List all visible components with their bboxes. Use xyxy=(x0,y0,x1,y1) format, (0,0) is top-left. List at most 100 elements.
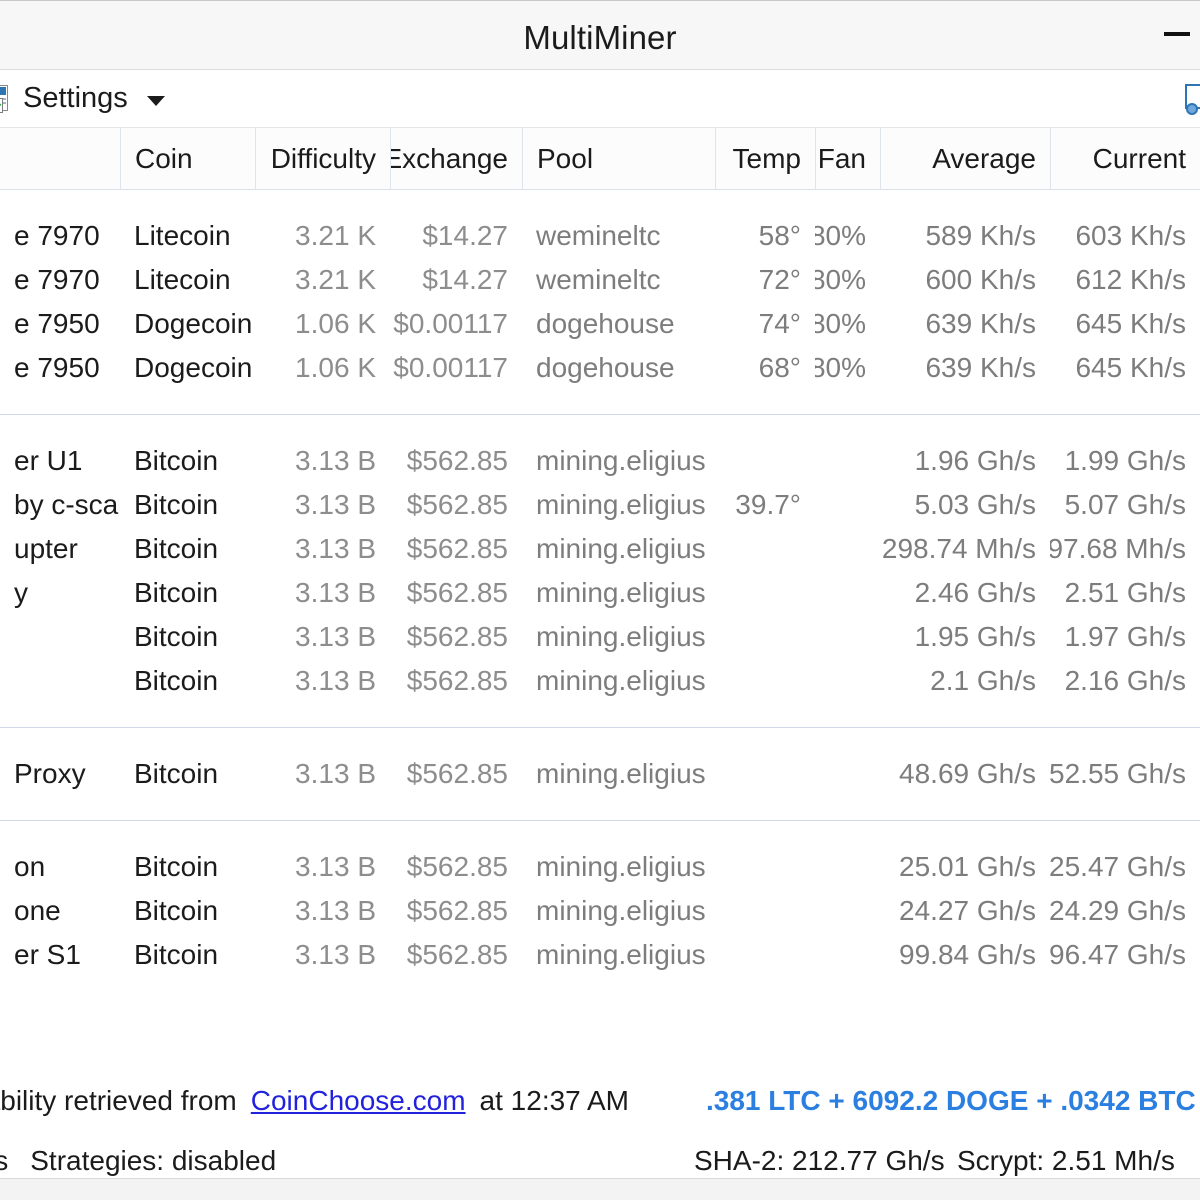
status-bar: rofitability retrieved from CoinChoose.c… xyxy=(0,1066,1200,1200)
cell-coin: Bitcoin xyxy=(134,445,219,476)
strategies-status: Strategies: disabled xyxy=(30,1145,277,1176)
column-header-fan[interactable]: Fan xyxy=(815,127,880,190)
column-header-difficulty[interactable]: Difficulty xyxy=(255,127,390,190)
cell-coin: Bitcoin xyxy=(134,939,219,970)
cell-exchange: $0.00117 xyxy=(393,308,508,339)
cell-difficulty: 3.21 K xyxy=(295,264,376,295)
cell-difficulty: 3.13 B xyxy=(295,851,376,882)
cell-device: by c-scape xyxy=(14,489,120,520)
profitability-prefix: rofitability retrieved from xyxy=(0,1085,237,1116)
cell-fan: 80% xyxy=(815,352,866,383)
group-top-spacer xyxy=(0,415,1200,439)
table-row[interactable]: Proxy Bitcoin 3.13 B $562.85 mining.eligius 4… xyxy=(0,752,1200,796)
column-header-temp[interactable]: Temp xyxy=(715,127,815,190)
settings-button[interactable]: Settings xyxy=(0,70,165,128)
cell-difficulty: 3.13 B xyxy=(295,577,376,608)
cell-difficulty: 3.13 B xyxy=(295,758,376,789)
cell-device xyxy=(0,615,120,659)
table-row[interactable]: e 7970 Litecoin 3.21 K $14.27 wemineltc 58° 80… xyxy=(0,214,1200,258)
cell-average: 298.74 Mh/s xyxy=(881,533,1036,564)
window-bottom-edge xyxy=(0,1178,1200,1200)
cell-exchange: $14.27 xyxy=(422,264,508,295)
status-row-totals: ls Strategies: disabled SHA-2: 212.77 Gh… xyxy=(0,1145,1200,1177)
perks-settings-icon[interactable] xyxy=(1185,84,1200,115)
cell-current: 603 Kh/s xyxy=(1075,220,1186,251)
chevron-down-icon[interactable] xyxy=(146,95,165,106)
column-header-coin[interactable]: Coin xyxy=(120,127,255,190)
column-header-current[interactable]: Current xyxy=(1050,127,1200,190)
group-bottom-spacer xyxy=(0,977,1200,1001)
cell-coin: Litecoin xyxy=(134,220,231,251)
cell-current: 2.16 Gh/s xyxy=(1064,665,1186,696)
scrypt-total: Scrypt: 2.51 Mh/s xyxy=(957,1145,1175,1176)
group-bottom-spacer xyxy=(0,390,1200,414)
cell-current: 1.97 Gh/s xyxy=(1064,621,1186,652)
row-group: e 7970 Litecoin 3.21 K $14.27 wemineltc 58° 80… xyxy=(0,190,1200,414)
window-title: MultiMiner xyxy=(523,19,677,56)
cell-temp xyxy=(715,571,815,615)
cell-temp xyxy=(715,659,815,703)
row-group: er U1 Bitcoin 3.13 B $562.85 mining.eligius 1… xyxy=(0,415,1200,727)
cell-coin: Dogecoin xyxy=(134,352,253,383)
table-row[interactable]: e 7950 Dogecoin 1.06 K $0.00117 dogehouse 74°… xyxy=(0,302,1200,346)
cell-difficulty: 3.13 B xyxy=(295,621,376,652)
devices-count-fragment: ls xyxy=(0,1145,9,1176)
profitability-time: at 12:37 AM xyxy=(479,1085,629,1116)
cell-temp xyxy=(715,889,815,933)
cell-current: 52.55 Gh/s xyxy=(1050,758,1186,789)
row-group: on Bitcoin 3.13 B $562.85 mining.eligius 25.0… xyxy=(0,821,1200,1001)
cell-device: e 7970 xyxy=(14,220,100,251)
column-header-average[interactable]: Average xyxy=(880,127,1050,190)
column-header-pool[interactable]: Pool xyxy=(522,127,715,190)
cell-pool: dogehouse xyxy=(536,352,675,383)
table-row[interactable]: y Bitcoin 3.13 B $562.85 mining.eligius 2.46 … xyxy=(0,571,1200,615)
minimize-icon xyxy=(1164,32,1190,36)
cell-exchange: $562.85 xyxy=(406,621,508,652)
cell-current: 612 Kh/s xyxy=(1075,264,1186,295)
settings-label: Settings xyxy=(23,82,128,114)
table-row[interactable]: e 7950 Dogecoin 1.06 K $0.00117 dogehouse 68°… xyxy=(0,346,1200,390)
cell-temp xyxy=(715,439,815,483)
minimize-button[interactable] xyxy=(1154,1,1200,69)
cell-coin: Bitcoin xyxy=(134,851,219,882)
cell-temp: 58° xyxy=(758,220,801,251)
column-header-device[interactable] xyxy=(0,128,120,190)
table-row[interactable]: on Bitcoin 3.13 B $562.85 mining.eligius 25.0… xyxy=(0,845,1200,889)
cell-device xyxy=(0,659,120,703)
cell-average: 48.69 Gh/s xyxy=(899,758,1036,789)
table-row[interactable]: Bitcoin 3.13 B $562.85 mining.eligius 2.1 Gh… xyxy=(0,659,1200,703)
earnings-summary: .381 LTC + 6092.2 DOGE + .0342 BTC = $ xyxy=(706,1085,1200,1116)
settings-checklist-icon xyxy=(0,84,14,113)
cell-average: 25.01 Gh/s xyxy=(899,851,1036,882)
cell-pool: wemineltc xyxy=(536,220,661,251)
cell-current: 2.51 Gh/s xyxy=(1064,577,1186,608)
table-row[interactable]: by c-scape Bitcoin 3.13 B $562.85 mining.eli… xyxy=(0,483,1200,527)
cell-average: 1.95 Gh/s xyxy=(914,621,1036,652)
table-row[interactable]: er S1 Bitcoin 3.13 B $562.85 mining.eligius 9… xyxy=(0,933,1200,977)
cell-coin: Bitcoin xyxy=(134,895,219,926)
profitability-source-group: rofitability retrieved from CoinChoose.c… xyxy=(0,1085,629,1117)
cell-fan: 80% xyxy=(815,308,866,339)
cell-fan xyxy=(815,845,880,889)
cell-pool: mining.eligius xyxy=(536,665,706,696)
column-header-exchange[interactable]: Exchange xyxy=(390,127,522,190)
cell-device: on xyxy=(14,851,46,882)
table-row[interactable]: er U1 Bitcoin 3.13 B $562.85 mining.eligius 1… xyxy=(0,439,1200,483)
cell-fan xyxy=(815,439,880,483)
cell-fan xyxy=(815,933,880,977)
table-row[interactable]: upter Bitcoin 3.13 B $562.85 mining.eligius 2… xyxy=(0,527,1200,571)
cell-exchange: $0.00117 xyxy=(393,352,508,383)
table-row[interactable]: Bitcoin 3.13 B $562.85 mining.eligius 1.95 G… xyxy=(0,615,1200,659)
cell-average: 2.46 Gh/s xyxy=(914,577,1036,608)
cell-device: er S1 xyxy=(14,939,81,970)
cell-current: 645 Kh/s xyxy=(1075,352,1186,383)
cell-pool: mining.eligius xyxy=(536,489,706,520)
table-row[interactable]: e 7970 Litecoin 3.21 K $14.27 wemineltc 72° 80… xyxy=(0,258,1200,302)
cell-difficulty: 3.13 B xyxy=(295,665,376,696)
cell-exchange: $562.85 xyxy=(406,939,508,970)
cell-temp xyxy=(715,845,815,889)
cell-average: 639 Kh/s xyxy=(925,352,1036,383)
cell-average: 99.84 Gh/s xyxy=(899,939,1036,970)
table-row[interactable]: one Bitcoin 3.13 B $562.85 mining.eligius 24.… xyxy=(0,889,1200,933)
coinchoose-link[interactable]: CoinChoose.com xyxy=(251,1085,466,1117)
